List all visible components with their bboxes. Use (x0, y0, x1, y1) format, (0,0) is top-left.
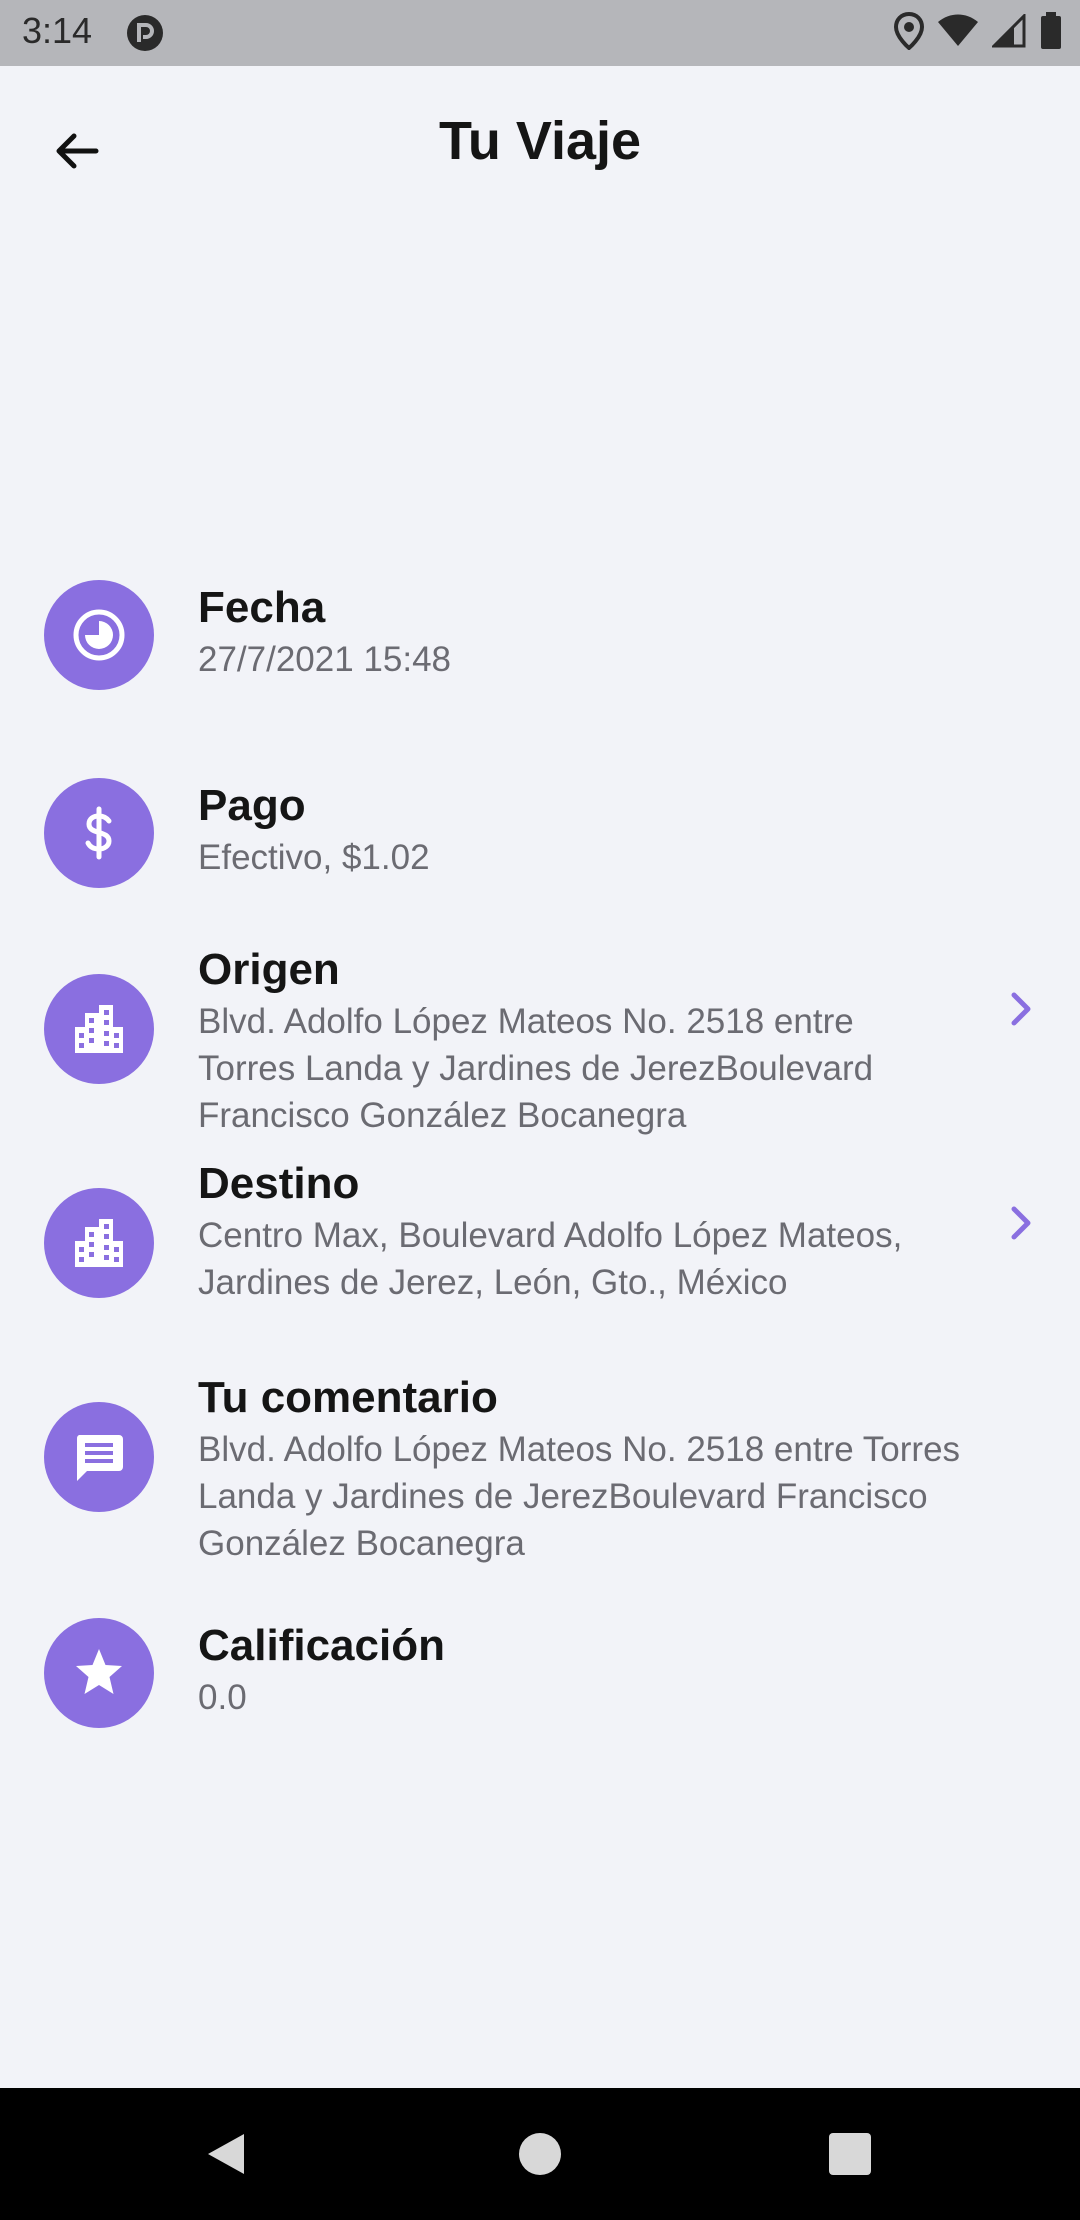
detail-pago: Pago Efectivo, $1.02 (0, 766, 1080, 906)
origen-value: Blvd. Adolfo López Mateos No. 2518 entre… (198, 1002, 874, 1135)
triangle-back-icon (208, 2134, 244, 2174)
pago-value: Efectivo, $1.02 (198, 838, 430, 877)
wifi-icon (938, 14, 978, 53)
fecha-label: Fecha (198, 583, 326, 632)
comentario-value: Blvd. Adolfo López Mateos No. 2518 entre… (198, 1430, 961, 1563)
nav-home-button[interactable] (512, 2126, 568, 2182)
destino-chevron-right-icon[interactable] (996, 1198, 1046, 1248)
app-bar: Tu Viaje (0, 66, 1080, 224)
origen-label: Origen (198, 945, 340, 994)
nav-recents-button[interactable] (822, 2126, 878, 2182)
nav-back-button[interactable] (198, 2126, 254, 2182)
detail-origen[interactable]: Origen Blvd. Adolfo López Mateos No. 251… (0, 944, 1080, 1135)
circle-home-icon (519, 2133, 561, 2175)
location-icon (893, 11, 925, 55)
calificacion-value: 0.0 (198, 1678, 247, 1717)
signal-icon (990, 11, 1026, 53)
fecha-value: 27/7/2021 15:48 (198, 640, 452, 679)
calificacion-label: Calificación (198, 1621, 445, 1670)
app-notification-icon (126, 14, 164, 52)
detail-fecha: Fecha 27/7/2021 15:48 (0, 568, 1080, 708)
square-recents-icon (829, 2133, 871, 2175)
page-title: Tu Viaje (438, 111, 642, 171)
building-icon (44, 974, 154, 1084)
battery-icon (1040, 11, 1062, 55)
status-time: 3:14 (22, 10, 93, 51)
clock-icon (44, 580, 154, 690)
star-icon (44, 1618, 154, 1728)
pago-label: Pago (198, 781, 306, 830)
dollar-icon (44, 778, 154, 888)
status-icons (893, 11, 1062, 55)
destino-value: Centro Max, Boulevard Adolfo López Mateo… (198, 1216, 903, 1302)
building-icon (44, 1188, 154, 1298)
detail-destino[interactable]: Destino Centro Max, Boulevard Adolfo Lóp… (0, 1158, 1080, 1348)
detail-calificacion: Calificación 0.0 (0, 1606, 1080, 1746)
status-bar: 3:14 (0, 0, 1080, 66)
origen-chevron-right-icon[interactable] (996, 984, 1046, 1034)
chat-icon (44, 1402, 154, 1512)
system-navigation-bar (0, 2088, 1080, 2220)
comentario-label: Tu comentario (198, 1373, 498, 1422)
destino-label: Destino (198, 1159, 360, 1208)
detail-comentario: Tu comentario Blvd. Adolfo López Mateos … (0, 1372, 1080, 1563)
